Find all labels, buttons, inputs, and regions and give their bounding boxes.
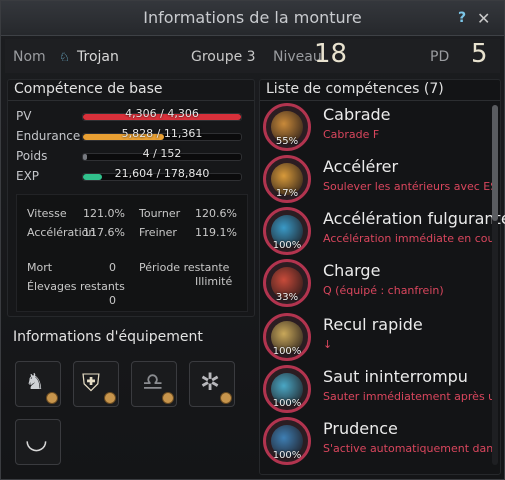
- equip-slot-horseshoe[interactable]: ✲: [189, 361, 235, 407]
- skill-item[interactable]: 33% Charge Q (équipé : chanfrein): [263, 259, 491, 311]
- skill-icon: 100%: [263, 365, 311, 413]
- skill-description: Soulever les antérieurs avec ESP: [323, 180, 493, 193]
- skill-description: Cabrade F: [323, 128, 380, 141]
- equip-slot-headgear[interactable]: ◡: [15, 419, 61, 465]
- skill-progress: 17%: [275, 188, 299, 199]
- name-label: Nom: [13, 49, 46, 65]
- equip-indicator: [46, 392, 58, 404]
- exp-text: 21,604 / 178,840: [114, 167, 210, 180]
- skill-progress: 100%: [272, 346, 302, 357]
- death-value: 0: [109, 261, 116, 274]
- skill-icon: 55%: [263, 103, 311, 151]
- period-label: Période restante: [139, 261, 230, 274]
- skill-item[interactable]: 100% Accélération fulgurante Accélération …: [263, 207, 505, 259]
- equipment-title: Informations d'équipement: [13, 329, 203, 345]
- group-label: Groupe 3: [191, 49, 256, 65]
- weight-label: Poids: [16, 149, 48, 163]
- turn-value: 120.6%: [195, 207, 237, 220]
- skill-progress: 55%: [275, 136, 299, 147]
- saddle-icon: ♞: [25, 370, 45, 395]
- hp-label: PV: [16, 109, 32, 123]
- armor-icon: ⛨: [82, 369, 100, 397]
- skill-icon: 100%: [263, 417, 311, 465]
- accel-value: 117.6%: [83, 226, 125, 239]
- skill-name: Recul rapide: [323, 315, 423, 334]
- weight-text: 4 / 152: [142, 147, 182, 160]
- hp-bar: 4,306 / 4,306: [82, 107, 242, 121]
- title-bar[interactable]: Informations de la monture ? ✕: [1, 1, 504, 36]
- equip-slot-armor[interactable]: ⛨: [73, 361, 119, 407]
- skill-description: ↓: [323, 338, 333, 351]
- skill-item[interactable]: 100% Prudence S'active automatiquement dan…: [263, 417, 493, 469]
- skill-description: Sauter immédiatement après une: [323, 390, 493, 403]
- base-skills-title: Compétence de base: [14, 81, 163, 97]
- stamina-text: 5,828 / 11,361: [121, 127, 203, 140]
- equip-slot-stirrups[interactable]: ♎: [131, 361, 177, 407]
- skill-description: Accélération immédiate en courant: [323, 232, 493, 245]
- stamina-bar: 5,828 / 11,361: [82, 127, 242, 141]
- equip-indicator: [162, 392, 174, 404]
- brake-value: 119.1%: [195, 226, 237, 239]
- scrollbar-thumb[interactable]: [492, 105, 498, 221]
- skill-icon: 100%: [263, 207, 311, 255]
- turn-label: Tourner: [139, 207, 181, 220]
- breed-value: 0: [109, 294, 116, 307]
- skill-description: S'active automatiquement dans: [323, 442, 493, 455]
- skill-progress: 100%: [272, 398, 302, 409]
- equip-slot-saddle[interactable]: ♞: [15, 361, 61, 407]
- skill-name: Prudence: [323, 419, 398, 438]
- skill-description: Q (équipé : chanfrein): [323, 284, 444, 297]
- stirrups-icon: ♎: [142, 368, 164, 396]
- close-icon[interactable]: ✕: [477, 9, 493, 28]
- level-value: 18: [314, 39, 348, 69]
- period-value: Illimité: [195, 275, 233, 288]
- skill-name: Accélérer: [323, 157, 399, 176]
- exp-label: EXP: [16, 169, 40, 183]
- exp-bar: 21,604 / 178,840: [82, 167, 242, 181]
- weight-bar: 4 / 152: [82, 147, 242, 161]
- skill-name: Saut ininterrompu: [323, 367, 468, 386]
- skill-name: Cabrade: [323, 105, 391, 124]
- stamina-label: Endurance: [16, 129, 81, 143]
- divider: [8, 100, 254, 101]
- equip-indicator: [220, 392, 232, 404]
- stats-box: Vitesse 121.0% Tourner 120.6% Accélérati…: [16, 194, 248, 312]
- window-title: Informations de la monture: [143, 8, 362, 27]
- equip-indicator: [104, 392, 116, 404]
- divider: [260, 100, 500, 101]
- pd-label: PD: [430, 49, 450, 65]
- mount-info-window: Informations de la monture ? ✕ Nom ♘ Tro…: [0, 0, 505, 480]
- skill-item[interactable]: 55% Cabrade Cabrade F: [263, 103, 491, 155]
- skill-item[interactable]: 100% Recul rapide ↓: [263, 313, 491, 365]
- mount-name: Trojan: [77, 49, 119, 65]
- mount-type-icon: ♘: [59, 50, 70, 64]
- skill-item[interactable]: 17% Accélérer Soulever les antérieurs avec…: [263, 155, 493, 207]
- skill-progress: 100%: [272, 240, 302, 251]
- skills-title: Liste de compétences (7): [266, 81, 444, 97]
- breed-label: Élevages restants: [27, 280, 125, 293]
- skill-icon: 100%: [263, 313, 311, 361]
- skill-icon: 33%: [263, 259, 311, 307]
- speed-label: Vitesse: [27, 207, 67, 220]
- base-skills-panel: Compétence de base PV 4,306 / 4,306 Endu…: [7, 79, 255, 317]
- skill-icon: 17%: [263, 155, 311, 203]
- speed-value: 121.0%: [83, 207, 125, 220]
- skill-progress: 100%: [272, 450, 302, 461]
- skill-name: Charge: [323, 261, 381, 280]
- horseshoe-icon: ✲: [200, 368, 221, 396]
- skill-name: Accélération fulgurante: [323, 209, 505, 228]
- headgear-icon: ◡: [25, 425, 48, 455]
- pd-value: 5: [471, 39, 488, 69]
- brake-label: Freiner: [139, 226, 177, 239]
- help-icon[interactable]: ?: [458, 10, 472, 26]
- skill-progress: 33%: [275, 292, 299, 303]
- hp-text: 4,306 / 4,306: [125, 107, 199, 120]
- death-label: Mort: [27, 261, 53, 274]
- mount-header: Nom ♘ Trojan Groupe 3 Niveau 18 PD 5: [5, 39, 500, 73]
- skill-item[interactable]: 100% Saut ininterrompu Sauter immédiatemen…: [263, 365, 493, 417]
